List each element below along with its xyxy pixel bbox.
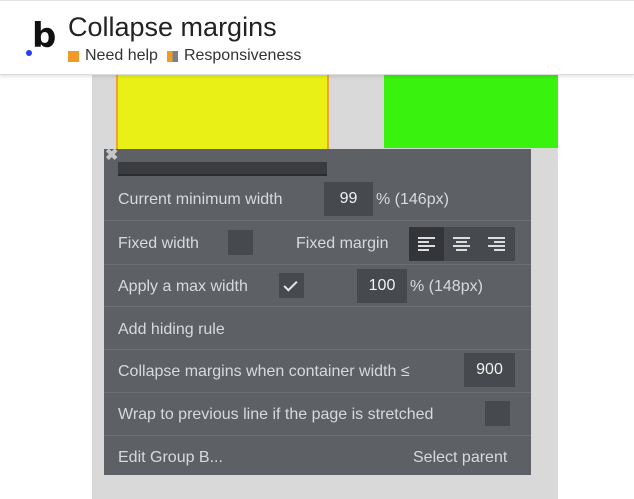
checkmark-icon [283,277,298,292]
edit-group-link[interactable]: Edit Group B... [118,448,223,468]
collapse-width-input[interactable]: 900 [464,353,515,387]
wrap-checkbox[interactable] [485,401,510,426]
responsiveness-link[interactable]: Responsiveness [184,47,301,65]
align-left-icon[interactable] [409,227,444,261]
need-help-link[interactable]: Need help [85,47,158,65]
screen: b Collapse margins Need help Responsiven… [0,0,634,499]
add-hiding-rule-link[interactable]: Add hiding rule [118,320,225,340]
yellow-group-element[interactable] [116,75,329,155]
wrap-label: Wrap to previous line if the page is str… [118,406,434,423]
max-width-unit: % (148px) [410,278,483,295]
split-square-icon [166,50,178,62]
select-parent-link[interactable]: Select parent [413,448,507,468]
bubble-logo-icon: b [26,19,56,59]
align-right-icon[interactable] [479,227,514,261]
hiding-rule-row[interactable]: Add hiding rule [104,306,531,349]
fixed-width-checkbox[interactable] [228,230,253,255]
min-width-label: Current minimum width [118,191,283,208]
fixed-width-label: Fixed width [118,235,199,252]
app-header: b Collapse margins Need help Responsiven… [0,0,634,75]
page-title: Collapse margins [68,12,277,42]
max-width-label: Apply a max width [118,278,248,295]
close-icon[interactable]: ✖ [105,148,118,164]
orange-square-icon [68,50,79,62]
max-width-checkbox[interactable] [279,273,304,298]
wrap-row: Wrap to previous line if the page is str… [104,392,531,435]
fixed-margin-label: Fixed margin [296,235,389,252]
help-links: Need help Responsiveness [68,47,310,65]
max-width-input[interactable]: 100 [357,269,407,303]
min-width-row: Current minimum width 99 % (146px) [104,177,531,220]
green-group-element[interactable] [384,75,558,148]
collapse-margins-row: Collapse margins when container width ≤ … [104,349,531,392]
property-editor-panel: ✖ Current minimum width 99 % (146px) Fix… [104,148,531,475]
max-width-row: Apply a max width 100 % (148px) [104,264,531,306]
panel-footer: Edit Group B... Select parent [104,435,531,475]
fixed-row: Fixed width Fixed margin [104,220,531,264]
min-width-unit: % (146px) [376,191,449,208]
min-width-input[interactable]: 99 [324,182,373,216]
collapse-margins-label: Collapse margins when container width ≤ [118,363,410,380]
align-center-icon[interactable] [444,227,479,261]
element-name-bar[interactable] [118,162,327,176]
alignment-group [409,227,515,261]
